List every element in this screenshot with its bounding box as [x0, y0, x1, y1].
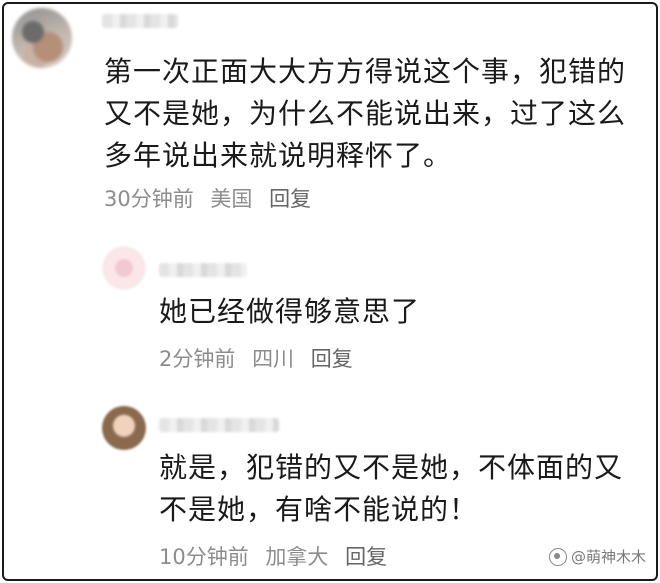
comment-text: 第一次正面大大方方得说这个事，犯错的又不是她，为什么不能说出来，过了这么多年说出…	[104, 55, 627, 172]
comment-time: 2分钟前	[159, 347, 236, 371]
username-blurred[interactable]	[159, 263, 247, 277]
comment-location: 四川	[252, 347, 295, 371]
avatar[interactable]	[102, 406, 146, 450]
comment-time: 30分钟前	[104, 187, 194, 211]
avatar[interactable]	[12, 8, 72, 68]
comment-meta: 10分钟前 加拿大 回复	[159, 544, 397, 570]
avatar[interactable]	[102, 246, 146, 290]
comment-thread-card: 第一次正面大大方方得说这个事，犯错的又不是她，为什么不能说出来，过了这么多年说出…	[2, 2, 658, 581]
reply-button[interactable]: 回复	[345, 545, 387, 569]
comment-location: 美国	[210, 187, 253, 211]
comment-text: 她已经做得够意思了	[159, 295, 421, 328]
reply-button[interactable]: 回复	[269, 187, 311, 211]
comment-text: 就是，犯错的又不是她，不体面的又不是她，有啥不能说的！	[159, 451, 624, 526]
reply-button[interactable]: 回复	[311, 347, 353, 371]
comment-time: 10分钟前	[159, 545, 249, 569]
watermark-text: @萌神木木	[570, 548, 646, 566]
comment-meta: 30分钟前 美国 回复	[104, 186, 321, 212]
username-blurred[interactable]	[102, 14, 178, 28]
watermark: @萌神木木	[548, 546, 646, 567]
username-blurred[interactable]	[159, 418, 279, 432]
watermark-logo-icon	[548, 547, 567, 566]
comment-location: 加拿大	[265, 545, 329, 569]
comment-meta: 2分钟前 四川 回复	[159, 346, 363, 372]
